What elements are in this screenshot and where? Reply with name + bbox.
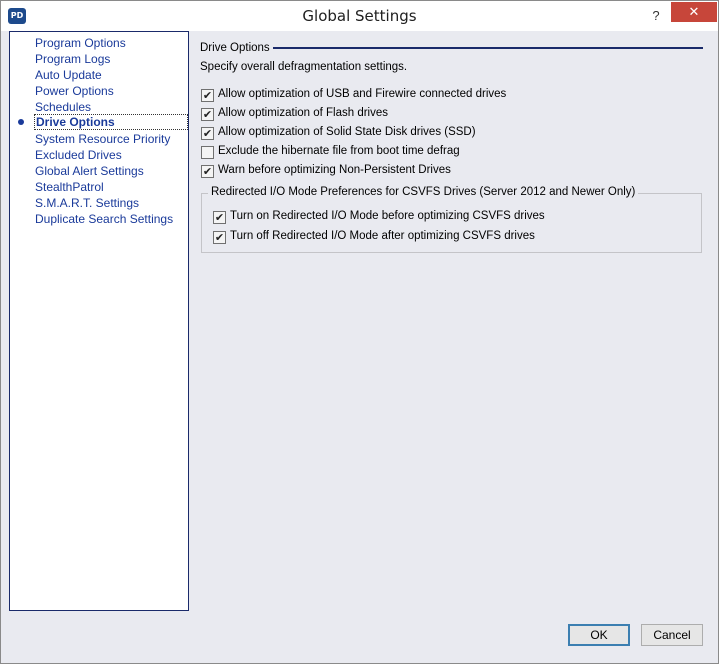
option-label: Turn off Redirected I/O Mode after optim…: [230, 230, 535, 242]
csvfs-groupbox: Redirected I/O Mode Preferences for CSVF…: [201, 186, 702, 253]
drive-options-panel: Drive Options Specify overall defragment…: [191, 31, 713, 611]
option-label: Exclude the hibernate file from boot tim…: [218, 145, 460, 157]
checkbox[interactable]: ✔: [201, 127, 214, 140]
option-label: Allow optimization of Solid State Disk d…: [218, 126, 476, 138]
ok-button[interactable]: OK: [568, 624, 630, 646]
cancel-button[interactable]: Cancel: [641, 624, 703, 646]
selected-bullet-icon: [18, 119, 24, 125]
nav-item-auto-update[interactable]: Auto Update: [34, 67, 102, 83]
global-settings-window: PD Global Settings ? ✕ Program Options P…: [0, 0, 719, 664]
help-button[interactable]: ?: [646, 6, 666, 26]
nav-item-stealthpatrol[interactable]: StealthPatrol: [34, 179, 104, 195]
groupbox-title: Redirected I/O Mode Preferences for CSVF…: [208, 186, 639, 198]
checkbox[interactable]: ✔: [201, 108, 214, 121]
checkbox[interactable]: ✔: [201, 165, 214, 178]
section-description: Specify overall defragmentation settings…: [200, 61, 408, 73]
option-label: Allow optimization of USB and Firewire c…: [218, 88, 507, 100]
nav-item-schedules[interactable]: Schedules: [34, 99, 91, 115]
option-label: Turn on Redirected I/O Mode before optim…: [230, 210, 545, 222]
nav-item-program-logs[interactable]: Program Logs: [34, 51, 110, 67]
checkbox[interactable]: ✔: [201, 89, 214, 102]
nav-item-program-options[interactable]: Program Options: [34, 35, 126, 51]
window-title: Global Settings: [302, 7, 417, 25]
checkbox[interactable]: ✔: [213, 211, 226, 224]
nav-item-excluded-drives[interactable]: Excluded Drives: [34, 147, 122, 163]
nav-item-power-options[interactable]: Power Options: [34, 83, 114, 99]
close-button[interactable]: ✕: [671, 2, 717, 22]
settings-nav-panel: Program Options Program Logs Auto Update…: [9, 31, 189, 611]
checkbox[interactable]: [201, 146, 214, 159]
nav-item-global-alert-settings[interactable]: Global Alert Settings: [34, 163, 144, 179]
nav-item-system-resource-priority[interactable]: System Resource Priority: [34, 131, 170, 147]
option-label: Allow optimization of Flash drives: [218, 107, 389, 119]
option-label: Warn before optimizing Non-Persistent Dr…: [218, 164, 451, 176]
checkbox[interactable]: ✔: [213, 231, 226, 244]
title-bar: PD Global Settings ? ✕: [1, 1, 718, 31]
nav-item-smart-settings[interactable]: S.M.A.R.T. Settings: [34, 195, 139, 211]
section-title: Drive Options: [200, 42, 270, 54]
nav-item-drive-options[interactable]: Drive Options: [34, 114, 188, 130]
nav-item-duplicate-search-settings[interactable]: Duplicate Search Settings: [34, 211, 173, 227]
section-divider: [273, 47, 703, 49]
